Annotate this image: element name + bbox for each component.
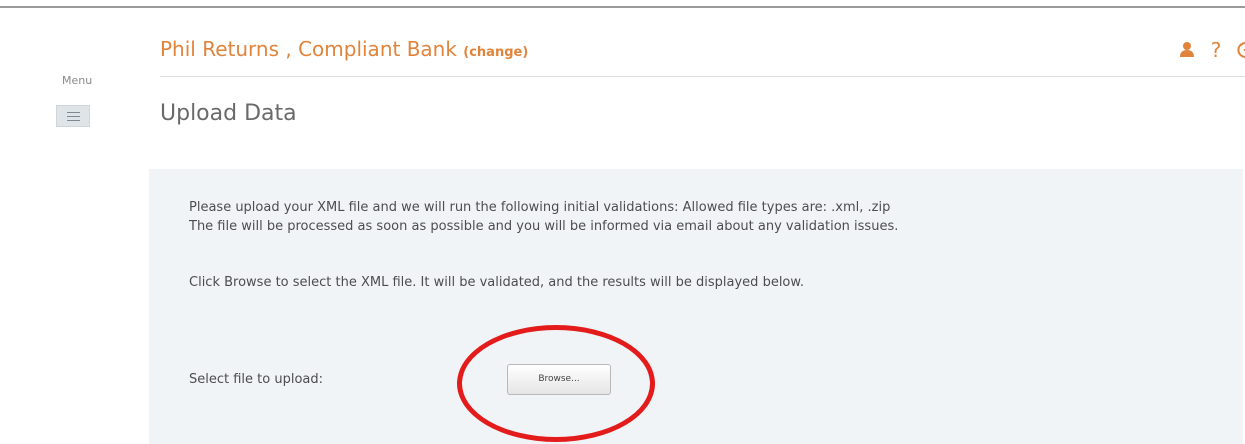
menu-label: Menu: [62, 74, 93, 87]
hamburger-line-middle: [67, 116, 80, 117]
browse-instructions: Click Browse to select the XML file. It …: [189, 275, 804, 290]
top-divider: [0, 6, 1245, 8]
upload-instructions-line2: The file will be processed as soon as po…: [189, 219, 899, 234]
upload-panel: Please upload your XML file and we will …: [149, 169, 1243, 444]
menu-block: Menu: [52, 74, 110, 127]
logout-icon[interactable]: [1234, 35, 1245, 65]
header-underline: [160, 76, 1245, 77]
header-bar: Phil Returns , Compliant Bank (change) ?: [160, 30, 1245, 78]
header-title: Phil Returns , Compliant Bank (change): [160, 37, 528, 61]
select-file-label: Select file to upload:: [189, 372, 324, 387]
page-title: Upload Data: [160, 101, 297, 126]
hamburger-menu-icon: [67, 112, 80, 113]
hamburger-line-bottom: [67, 120, 80, 121]
browse-button[interactable]: Browse...: [507, 364, 611, 395]
upload-instructions-line1: Please upload your XML file and we will …: [189, 200, 891, 215]
help-icon[interactable]: ?: [1204, 35, 1228, 65]
change-organization-link[interactable]: (change): [463, 45, 528, 60]
user-icon[interactable]: [1175, 35, 1199, 65]
organization-title: Phil Returns , Compliant Bank: [160, 37, 464, 61]
menu-toggle-button[interactable]: [56, 105, 90, 127]
